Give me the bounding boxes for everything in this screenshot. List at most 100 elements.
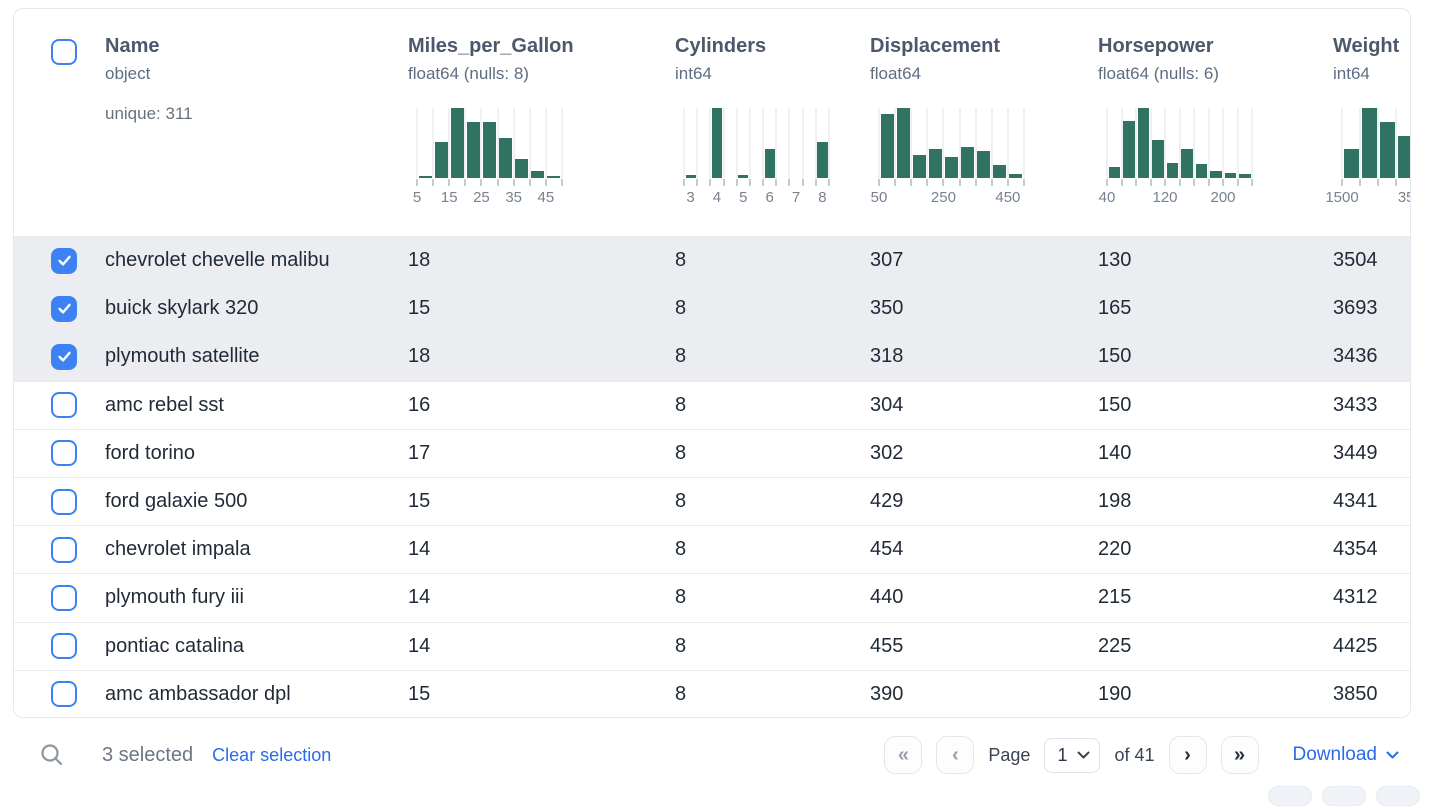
cell-miles-per-gallon: 14	[408, 586, 675, 609]
cell-miles-per-gallon: 15	[408, 297, 675, 320]
row-checkbox[interactable]	[51, 440, 77, 466]
cell-name: chevrolet chevelle malibu	[105, 249, 408, 272]
row-select-cell	[14, 248, 105, 274]
row-checkbox[interactable]	[51, 585, 77, 611]
row-select-cell	[14, 344, 105, 370]
cell-weight: 3449	[1333, 442, 1410, 465]
row-checkbox[interactable]	[51, 537, 77, 563]
histogram-displacement: 50250450	[879, 108, 1024, 206]
column-unique-count: unique: 311	[105, 104, 408, 124]
cell-cylinders: 8	[675, 297, 870, 320]
cell-miles-per-gallon: 14	[408, 635, 675, 658]
column-title: Weight	[1333, 35, 1411, 58]
cell-name: ford galaxie 500	[105, 490, 408, 513]
histogram-cylinders: 345678	[684, 108, 829, 206]
table-row: plymouth fury iii 14 8 440 215 4312	[14, 573, 1410, 621]
cell-name: plymouth satellite	[105, 345, 408, 368]
first-page-button[interactable]: «	[884, 736, 922, 774]
cell-name: ford torino	[105, 442, 408, 465]
cell-weight: 3433	[1333, 394, 1410, 417]
cell-weight: 4425	[1333, 635, 1410, 658]
cell-displacement: 454	[870, 538, 1098, 561]
cell-displacement: 302	[870, 442, 1098, 465]
selected-count: 3 selected	[102, 744, 193, 767]
cell-horsepower: 215	[1098, 586, 1333, 609]
column-title: Name	[105, 35, 408, 58]
first-page-icon: «	[898, 744, 909, 767]
row-checkbox[interactable]	[51, 489, 77, 515]
column-dtype: float64 (nulls: 8)	[408, 64, 675, 84]
row-checkbox[interactable]	[51, 681, 77, 707]
search-icon[interactable]	[39, 742, 65, 768]
cell-miles-per-gallon: 18	[408, 249, 675, 272]
column-dtype: object	[105, 64, 408, 84]
prev-page-icon: ‹	[952, 744, 959, 767]
cell-horsepower: 165	[1098, 297, 1333, 320]
select-all-checkbox[interactable]	[51, 39, 77, 65]
table-row: buick skylark 320 15 8 350 165 3693	[14, 284, 1410, 332]
cell-horsepower: 150	[1098, 394, 1333, 417]
row-checkbox[interactable]	[51, 344, 77, 370]
row-select-cell	[14, 296, 105, 322]
table-footer: 3 selected Clear selection « ‹ Page 1 of…	[13, 718, 1423, 792]
hidden-button-3[interactable]	[1376, 786, 1420, 806]
page-number-select[interactable]: 1	[1044, 738, 1100, 773]
row-select-cell	[14, 440, 105, 466]
cell-cylinders: 8	[675, 586, 870, 609]
table-row: ford galaxie 500 15 8 429 198 4341	[14, 477, 1410, 525]
page-label: Page	[988, 745, 1030, 766]
cell-weight: 4341	[1333, 490, 1410, 513]
cell-name: amc ambassador dpl	[105, 683, 408, 706]
hidden-button-1[interactable]	[1268, 786, 1312, 806]
cell-displacement: 440	[870, 586, 1098, 609]
download-label: Download	[1293, 744, 1378, 766]
page-of-label: of 41	[1114, 745, 1154, 766]
last-page-button[interactable]: »	[1221, 736, 1259, 774]
table-body: chevrolet chevelle malibu 18 8 307 130 3…	[14, 236, 1410, 718]
next-page-button[interactable]: ›	[1169, 736, 1207, 774]
page-select-value: 1	[1057, 745, 1067, 766]
row-checkbox[interactable]	[51, 248, 77, 274]
cell-weight: 3504	[1333, 249, 1410, 272]
cell-displacement: 390	[870, 683, 1098, 706]
column-dtype: int64	[675, 64, 870, 84]
cell-horsepower: 198	[1098, 490, 1333, 513]
table-row: chevrolet impala 14 8 454 220 4354	[14, 525, 1410, 573]
row-select-cell	[14, 681, 105, 707]
cell-weight: 3850	[1333, 683, 1410, 706]
row-select-cell	[14, 537, 105, 563]
cell-displacement: 307	[870, 249, 1098, 272]
row-checkbox[interactable]	[51, 392, 77, 418]
cell-miles-per-gallon: 15	[408, 683, 675, 706]
cell-displacement: 455	[870, 635, 1098, 658]
chevron-down-icon	[1386, 751, 1399, 760]
column-dtype: int64	[1333, 64, 1411, 84]
column-header-miles-per-gallon: Miles_per_Gallon float64 (nulls: 8) 5152…	[408, 9, 675, 236]
cell-weight: 3693	[1333, 297, 1410, 320]
prev-page-button[interactable]: ‹	[936, 736, 974, 774]
data-table-card: Name object unique: 311 Miles_per_Gallon…	[13, 8, 1411, 718]
cell-name: buick skylark 320	[105, 297, 408, 320]
cell-displacement: 350	[870, 297, 1098, 320]
table-row: amc rebel sst 16 8 304 150 3433	[14, 381, 1410, 429]
cell-displacement: 304	[870, 394, 1098, 417]
table-row: plymouth satellite 18 8 318 150 3436	[14, 332, 1410, 380]
row-checkbox[interactable]	[51, 296, 77, 322]
cell-weight: 4354	[1333, 538, 1410, 561]
cell-miles-per-gallon: 16	[408, 394, 675, 417]
cell-miles-per-gallon: 15	[408, 490, 675, 513]
cell-name: plymouth fury iii	[105, 586, 408, 609]
download-menu[interactable]: Download	[1293, 744, 1400, 766]
hidden-button-2[interactable]	[1322, 786, 1366, 806]
column-header-weight: Weight int64 15003500	[1333, 9, 1411, 236]
row-checkbox[interactable]	[51, 633, 77, 659]
cell-horsepower: 220	[1098, 538, 1333, 561]
column-dtype: float64	[870, 64, 1098, 84]
cell-weight: 4312	[1333, 586, 1410, 609]
column-title: Horsepower	[1098, 35, 1333, 58]
clear-selection-link[interactable]: Clear selection	[212, 745, 331, 766]
cell-weight: 3436	[1333, 345, 1410, 368]
header-select-cell	[14, 9, 105, 236]
cell-cylinders: 8	[675, 345, 870, 368]
column-header-displacement: Displacement float64 50250450	[870, 9, 1098, 236]
